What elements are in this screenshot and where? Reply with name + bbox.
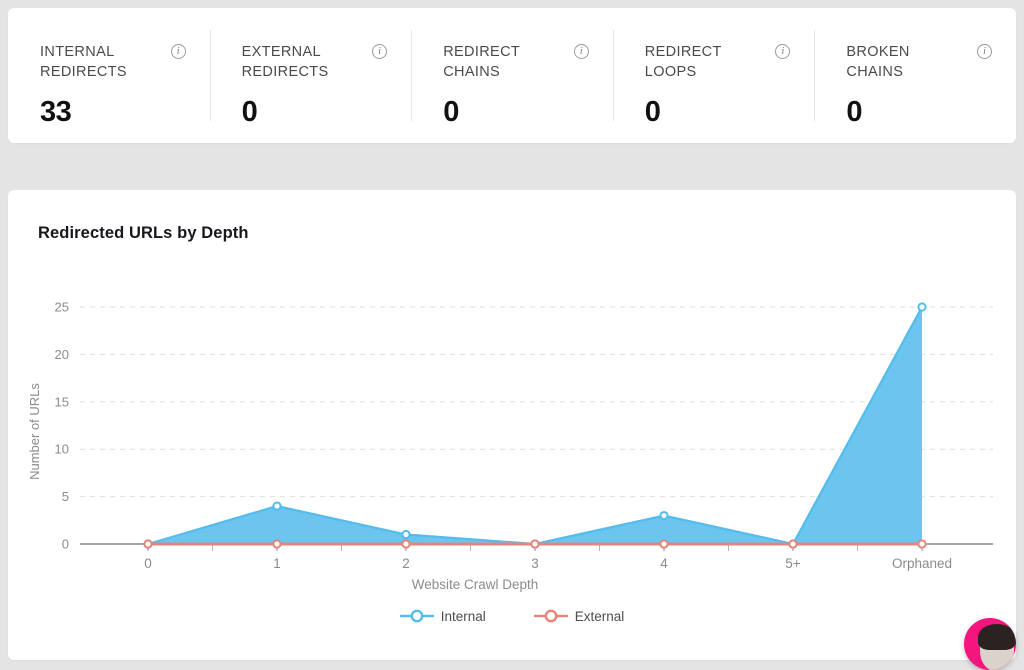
stat-broken-chains: BROKEN CHAINS i 0: [814, 8, 1016, 143]
data-point-external[interactable]: [660, 540, 667, 547]
stat-external-redirects: EXTERNAL REDIRECTS i 0: [210, 8, 412, 143]
stat-header: REDIRECT LOOPS i: [645, 42, 791, 82]
dashboard-page: INTERNAL REDIRECTS i 33 EXTERNAL REDIREC…: [0, 0, 1024, 670]
y-axis-title: Number of URLs: [27, 383, 42, 480]
x-axis-tick-label: 3: [531, 556, 539, 571]
legend-item-internal[interactable]: Internal: [400, 608, 486, 624]
y-axis-tick-label: 10: [55, 442, 69, 457]
stat-redirect-chains: REDIRECT CHAINS i 0: [411, 8, 613, 143]
stat-value: 0: [242, 96, 388, 129]
chart-legend: Internal External: [8, 608, 1016, 624]
data-point-external[interactable]: [402, 540, 409, 547]
legend-label-external: External: [575, 609, 625, 624]
chart-card: Redirected URLs by Depth 051015202501234…: [8, 190, 1016, 660]
stat-label: REDIRECT CHAINS: [443, 42, 566, 82]
avatar-hair: [978, 624, 1016, 650]
stat-value: 0: [645, 96, 791, 129]
info-icon[interactable]: i: [775, 44, 790, 59]
stat-internal-redirects: INTERNAL REDIRECTS i 33: [8, 8, 210, 143]
series-area-internal: [148, 307, 922, 544]
info-icon[interactable]: i: [171, 44, 186, 59]
y-axis-tick-label: 0: [62, 537, 69, 552]
data-point-internal[interactable]: [273, 502, 280, 509]
stat-value: 0: [846, 96, 992, 129]
summary-stats-card: INTERNAL REDIRECTS i 33 EXTERNAL REDIREC…: [8, 8, 1016, 143]
support-chat-button[interactable]: [964, 618, 1016, 670]
y-axis-tick-label: 25: [55, 300, 69, 315]
info-icon[interactable]: i: [372, 44, 387, 59]
stat-value: 0: [443, 96, 589, 129]
x-axis-tick-label: 2: [402, 556, 410, 571]
x-axis-tick-label: 5+: [785, 556, 801, 571]
x-axis-tick-label: 0: [144, 556, 152, 571]
data-point-internal[interactable]: [660, 512, 667, 519]
stat-value: 33: [40, 96, 186, 129]
stat-label: EXTERNAL REDIRECTS: [242, 42, 365, 82]
info-icon[interactable]: i: [574, 44, 589, 59]
legend-marker-external-icon: [534, 608, 568, 624]
y-axis-tick-label: 5: [62, 489, 69, 504]
stat-header: BROKEN CHAINS i: [846, 42, 992, 82]
y-axis-tick-label: 20: [55, 347, 69, 362]
x-axis-tick-label: 1: [273, 556, 281, 571]
legend-marker-internal-icon: [400, 608, 434, 624]
data-point-internal[interactable]: [918, 303, 925, 310]
data-point-external[interactable]: [144, 540, 151, 547]
y-axis-tick-label: 15: [55, 394, 69, 409]
redirected-urls-by-depth-chart: 0 5 10 15 20 25 0 1 2 3 4 5+ Orphaned Website Crawl D…: [8, 190, 1016, 660]
data-point-external[interactable]: [789, 540, 796, 547]
data-point-internal[interactable]: [402, 531, 409, 538]
stat-label: INTERNAL REDIRECTS: [40, 42, 163, 82]
stat-redirect-loops: REDIRECT LOOPS i 0: [613, 8, 815, 143]
stat-header: EXTERNAL REDIRECTS i: [242, 42, 388, 82]
x-axis-tick-label: 4: [660, 556, 668, 571]
x-axis-tick-label: Orphaned: [892, 556, 952, 571]
stat-label: REDIRECT LOOPS: [645, 42, 768, 82]
data-point-external[interactable]: [273, 540, 280, 547]
data-point-external[interactable]: [918, 540, 925, 547]
series-line-internal: [148, 307, 922, 544]
stat-header: INTERNAL REDIRECTS i: [40, 42, 186, 82]
stat-label: BROKEN CHAINS: [846, 42, 969, 82]
legend-label-internal: Internal: [441, 609, 486, 624]
info-icon[interactable]: i: [977, 44, 992, 59]
data-point-external[interactable]: [531, 540, 538, 547]
stat-header: REDIRECT CHAINS i: [443, 42, 589, 82]
legend-item-external[interactable]: External: [534, 608, 625, 624]
x-axis-title: Website Crawl Depth: [412, 577, 539, 592]
